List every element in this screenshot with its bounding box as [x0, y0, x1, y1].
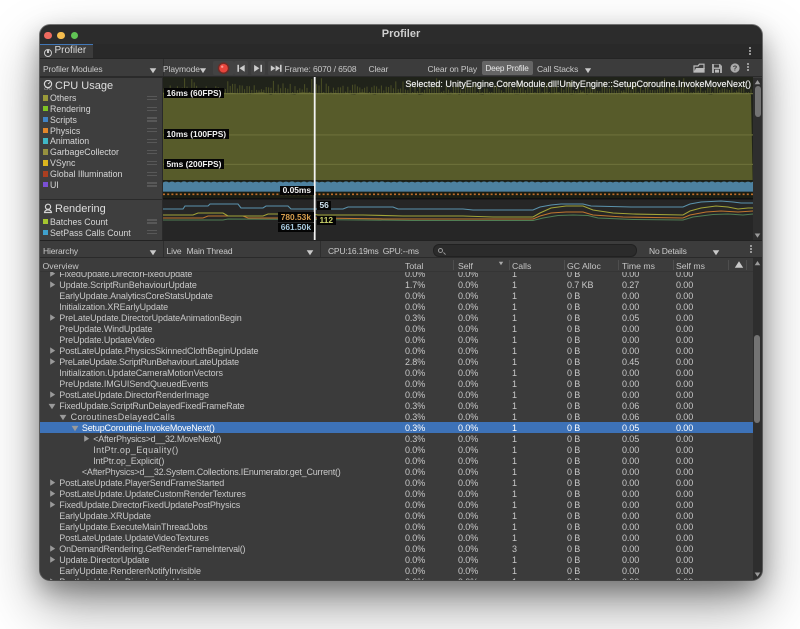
svg-text:?: ? — [733, 64, 738, 73]
svg-text:CPU: CPU — [44, 87, 52, 90]
